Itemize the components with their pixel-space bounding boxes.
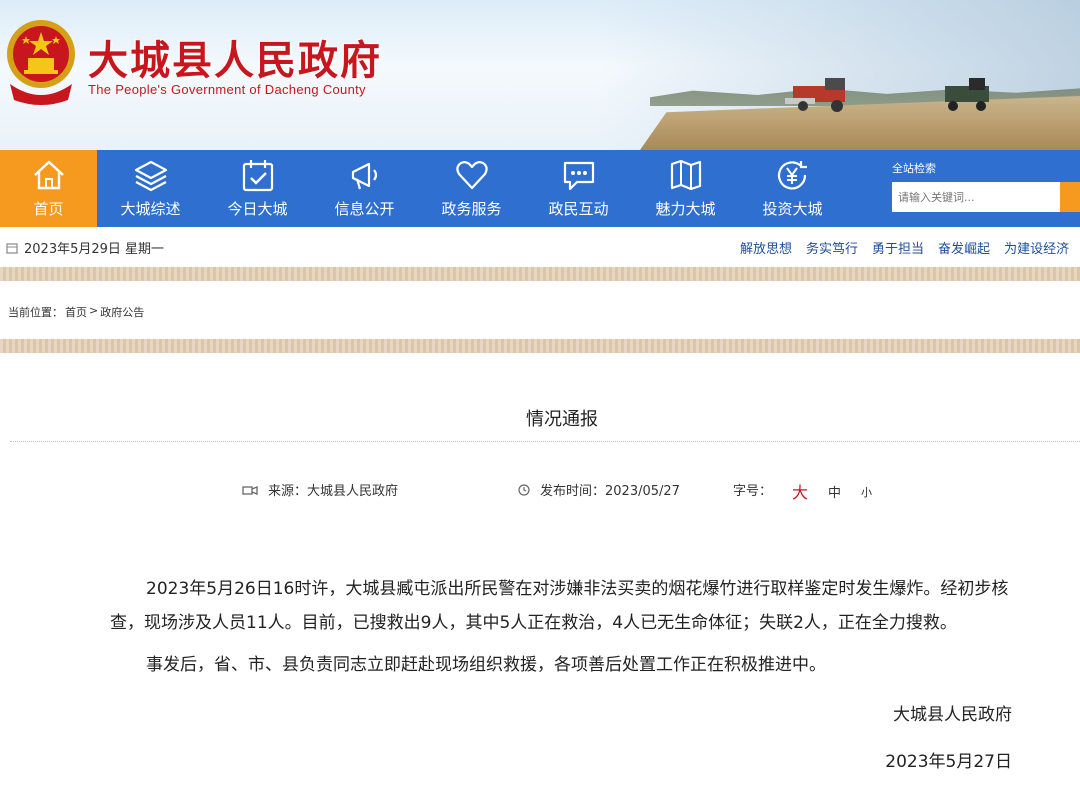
slogan-link[interactable]: 务实笃行 [806,238,858,257]
harvester-image-right [945,78,989,111]
decorative-stripe [0,267,1080,281]
nav-label-invest: 投资大城 [762,200,823,218]
slogan-link[interactable]: 为建设经济 [1004,238,1069,257]
nav-item-overview[interactable]: 大城综述 [97,150,204,227]
chat-bubble-icon [563,161,594,191]
article-sign-date: 2023年5月27日 [885,752,1012,772]
calendar-check-icon [242,160,273,192]
heart-icon [455,161,488,190]
font-size-medium-button[interactable]: 中 [828,482,841,501]
decorative-stripe [0,339,1080,353]
slogan-links: 解放思想 务实笃行 勇于担当 奋发崛起 为建设经济 [740,238,1069,257]
yuan-icon [777,161,807,190]
layers-icon [134,160,167,192]
nav-item-home[interactable]: 首页 [0,150,97,227]
harvester-image-left [785,78,845,112]
article-title: 情况通报 [526,409,598,430]
article-paragraph: 2023年5月26日16时许，大城县臧屯派出所民警在对涉嫌非法买卖的烟花爆竹进行… [110,579,1009,633]
article-publish-time: 发布时间：2023/05/27 [518,480,680,499]
slogan-link[interactable]: 勇于担当 [872,238,924,257]
breadcrumb-home-link[interactable]: 首页 [65,304,87,320]
font-size-large-button[interactable]: 大 [792,479,808,503]
nav-label-gov-services: 政务服务 [441,200,502,218]
date-bar: 2023年5月29日 星期一 解放思想 务实笃行 勇于担当 奋发崛起 为建设经济 [0,227,1080,267]
search-button[interactable] [1060,182,1080,212]
site-banner: 大城县人民政府 The People's Government of Dache… [0,0,1080,150]
breadcrumb-current-link[interactable]: 政府公告 [100,304,144,320]
article-signature: 大城县人民政府 [893,705,1012,725]
breadcrumb: 当前位置： 首页 > 政府公告 [8,304,144,320]
article-paragraph: 事发后，省、市、县负责同志立即赶赴现场组织救援，各项善后处置工作正在积极推进中。 [146,655,826,675]
source-text: 来源：大城县人民政府 [268,484,399,499]
nav-item-charm[interactable]: 魅力大城 [632,150,739,227]
site-title-en: The People's Government of Dacheng Count… [88,82,366,97]
nav-label-info-disclosure: 信息公开 [334,200,395,218]
site-title-cn: 大城县人民政府 [88,37,382,84]
clock-icon [518,483,530,496]
nav-label-overview: 大城综述 [120,200,181,218]
slogan-link[interactable]: 奋发崛起 [938,238,990,257]
slogan-link[interactable]: 解放思想 [740,238,792,257]
current-date: 2023年5月29日 星期一 [6,238,164,257]
source-icon [242,485,258,495]
article-source: 来源：大城县人民政府 [242,480,398,499]
breadcrumb-prefix: 当前位置： [8,306,63,319]
date-label: 2023年5月29日 星期一 [24,242,165,257]
nav-label-charm: 魅力大城 [655,200,716,218]
map-icon [670,159,701,191]
nav-label-home: 首页 [33,200,64,218]
megaphone-icon [351,162,377,190]
home-icon [33,160,64,190]
calendar-icon [6,242,18,254]
nav-item-gov-services[interactable]: 政务服务 [418,150,525,227]
national-emblem-icon [7,20,75,105]
publish-time-text: 发布时间：2023/05/27 [540,484,680,499]
nav-label-interaction: 政民互动 [548,200,609,218]
search-input[interactable] [892,182,1060,212]
search-title: 全站检索 [892,162,936,175]
nav-item-interaction[interactable]: 政民互动 [525,150,632,227]
nav-label-today: 今日大城 [227,200,288,218]
breadcrumb-area: 当前位置： 首页 > 政府公告 [0,281,1080,339]
font-size-label: 字号： [733,484,773,499]
nav-item-today[interactable]: 今日大城 [204,150,311,227]
article: 情况通报 来源：大城县人民政府 发布时间：2023/05/27 字号： 大 中 … [0,353,1080,812]
font-size-small-button[interactable]: 小 [861,484,872,500]
site-search: 全站检索 [892,160,1080,212]
title-divider [10,441,1080,442]
breadcrumb-separator: > [89,304,99,317]
nav-item-info-disclosure[interactable]: 信息公开 [311,150,418,227]
nav-item-invest[interactable]: 投资大城 [739,150,846,227]
